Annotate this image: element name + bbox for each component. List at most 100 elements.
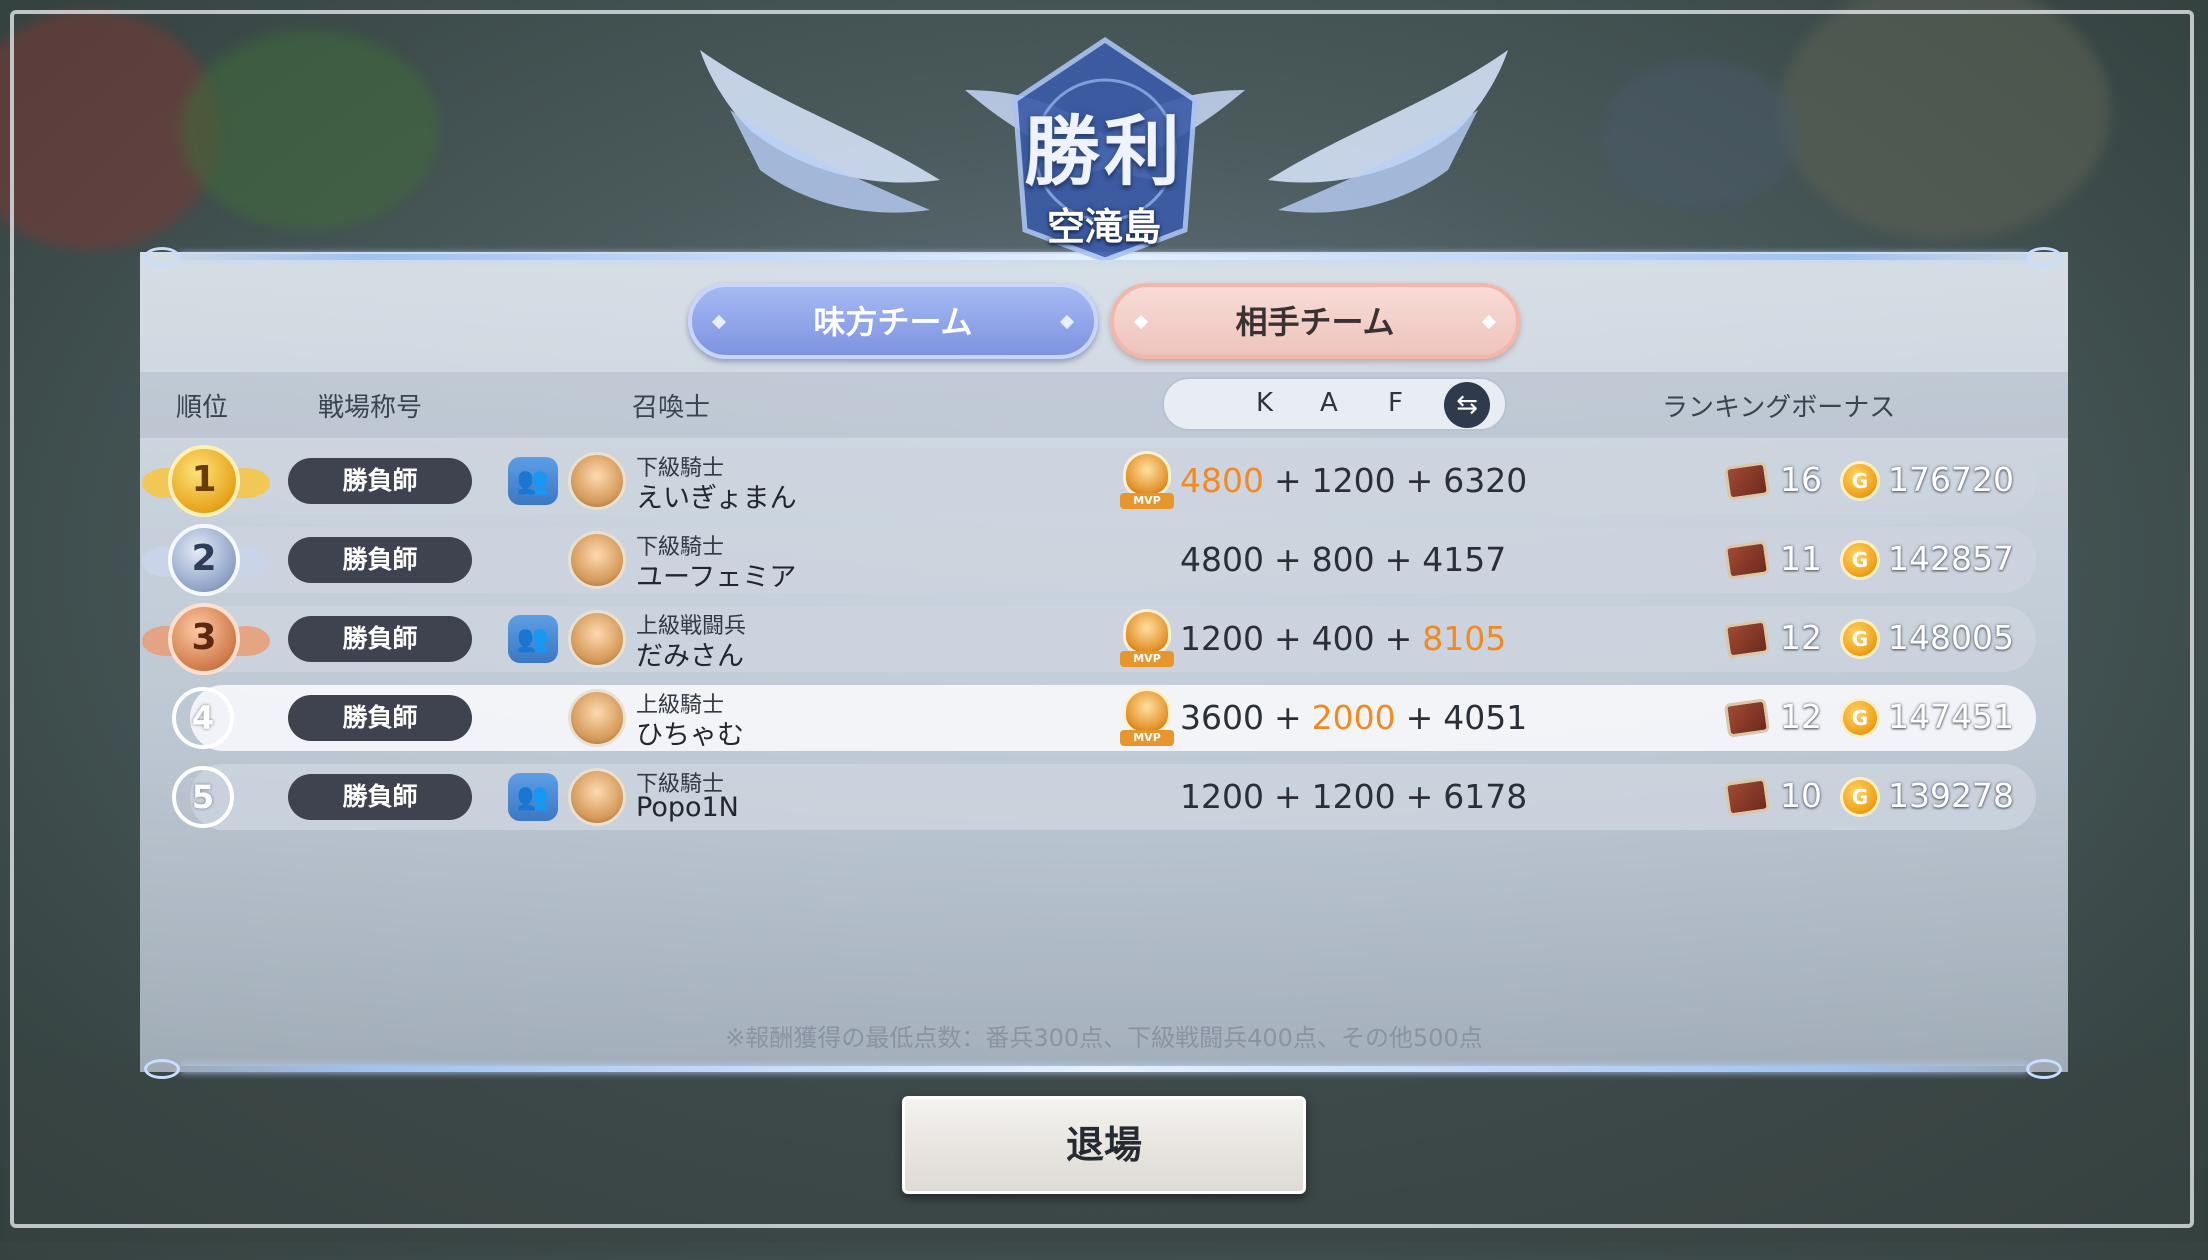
plus-sign: + — [1405, 698, 1434, 737]
rank-medal-icon: 5 — [172, 766, 234, 828]
gold-amount: 139278 — [1888, 776, 2014, 815]
divider-ornament-icon — [2026, 1059, 2062, 1079]
chest-count: 12 — [1780, 618, 1822, 657]
score-f: 6178 — [1443, 777, 1528, 816]
score-f: 4051 — [1443, 698, 1528, 737]
kaf-score: 1200 +1200 +6178 — [1180, 777, 1527, 816]
chest-box — [1723, 461, 1771, 501]
exit-button[interactable]: 退場 — [902, 1096, 1306, 1194]
plus-sign: + — [1273, 698, 1302, 737]
score-a: 2000 — [1311, 698, 1396, 737]
header-a: A — [1320, 388, 1338, 418]
avatar[interactable] — [568, 610, 626, 668]
mvp-label: MVP — [1120, 730, 1174, 746]
score-k: 1200 — [1180, 777, 1264, 816]
summoner-name[interactable]: ユーフェミア — [636, 555, 796, 594]
treasure-chest-icon — [1723, 695, 1771, 738]
summoner-name[interactable]: ひちゃむ — [636, 713, 744, 752]
battle-title-badge: 勝負師 — [288, 774, 472, 820]
summoner-name[interactable]: だみさん — [636, 634, 744, 673]
avatar[interactable] — [568, 689, 626, 747]
avatar[interactable] — [568, 452, 626, 510]
score-k: 3600 — [1180, 698, 1264, 737]
chest-count: 10 — [1780, 776, 1822, 815]
header-rank: 順位 — [176, 393, 229, 423]
treasure-chest-icon — [1723, 537, 1771, 580]
gold-coin-icon: G — [1840, 540, 1880, 580]
kaf-score: 3600 +2000 +4051 — [1180, 698, 1527, 737]
score-a: 800 — [1311, 540, 1375, 579]
gold-coin-icon: G — [1840, 698, 1880, 738]
header-f: F — [1388, 388, 1403, 418]
gold-amount: 147451 — [1888, 697, 2014, 736]
gold-amount: 148005 — [1888, 618, 2014, 657]
score-a: 400 — [1311, 619, 1375, 658]
rank-medal-icon: 1 — [168, 445, 240, 517]
avatar[interactable] — [568, 531, 626, 589]
plus-sign: + — [1273, 619, 1302, 658]
mvp-label: MVP — [1120, 493, 1174, 509]
tab-enemy-team[interactable]: 相手チーム — [1110, 283, 1520, 359]
map-name: 空滝島 — [1046, 205, 1161, 249]
tab-ally-label: 味方チーム — [813, 303, 973, 341]
tab-ally-team[interactable]: 味方チーム — [688, 283, 1098, 359]
gold-coin-icon: G — [1840, 461, 1880, 501]
treasure-chest-icon — [1723, 616, 1771, 659]
battle-title-badge: 勝負師 — [288, 616, 472, 662]
score-f: 8105 — [1422, 619, 1507, 658]
party-icon: 👥 — [508, 457, 558, 505]
mvp-crest — [1123, 451, 1171, 497]
swap-arrows-icon[interactable]: ⇆ — [1444, 382, 1490, 428]
summoner-name[interactable]: Popo1N — [636, 792, 739, 823]
chest-box — [1723, 777, 1771, 817]
left-wing-icon — [700, 50, 940, 213]
avatar[interactable] — [568, 768, 626, 826]
chest-box — [1723, 698, 1771, 738]
gold-amount: 176720 — [1888, 460, 2014, 499]
header-k: K — [1256, 388, 1274, 418]
chest-box — [1723, 619, 1771, 659]
battle-title-badge: 勝負師 — [288, 537, 472, 583]
result-title: 勝利 — [1024, 107, 1184, 196]
reward-note: ※報酬獲得の最低点数：番兵300点、下級戦闘兵400点、その他500点 — [725, 1024, 1483, 1052]
gold-amount: 142857 — [1888, 539, 2014, 578]
mvp-badge-icon: MVP — [1120, 451, 1174, 509]
battle-title-badge: 勝負師 — [288, 458, 472, 504]
score-k: 4800 — [1180, 540, 1264, 579]
chest-count: 16 — [1780, 460, 1822, 499]
gold-coin-icon: G — [1840, 777, 1880, 817]
plus-sign: + — [1273, 461, 1302, 500]
score-a: 1200 — [1311, 777, 1396, 816]
mvp-crest — [1123, 688, 1171, 734]
score-a: 1200 — [1311, 461, 1396, 500]
battle-title-badge: 勝負師 — [288, 695, 472, 741]
party-icon: 👥 — [508, 773, 558, 821]
score-k: 4800 — [1180, 461, 1264, 500]
diamond-ornament-icon — [1481, 314, 1497, 330]
plus-sign: + — [1384, 540, 1413, 579]
diamond-ornament-icon — [1133, 314, 1149, 330]
tab-enemy-label: 相手チーム — [1235, 303, 1395, 341]
header-ranking-bonus: ランキングボーナス — [1662, 393, 1896, 423]
score-f: 4157 — [1422, 540, 1507, 579]
treasure-chest-icon — [1723, 774, 1771, 817]
divider-ornament-icon — [144, 1059, 180, 1079]
score-f: 6320 — [1443, 461, 1528, 500]
score-k: 1200 — [1180, 619, 1264, 658]
chest-count: 11 — [1780, 539, 1822, 578]
plus-sign: + — [1405, 777, 1434, 816]
divider-ornament-icon — [2026, 247, 2062, 267]
kaf-score: 4800 +1200 +6320 — [1180, 461, 1527, 500]
plus-sign: + — [1405, 461, 1434, 500]
right-wing-icon — [1268, 50, 1508, 213]
summoner-name[interactable]: えいぎょまん — [636, 476, 797, 515]
mvp-badge-icon: MVP — [1120, 609, 1174, 667]
kaf-score: 1200 +400 +8105 — [1180, 619, 1506, 658]
header-summoner: 召喚士 — [632, 393, 711, 423]
diamond-ornament-icon — [1059, 314, 1075, 330]
party-icon: 👥 — [508, 615, 558, 663]
mvp-badge-icon: MVP — [1120, 688, 1174, 746]
treasure-chest-icon — [1723, 458, 1771, 501]
bottom-divider — [180, 1066, 2028, 1072]
mvp-label: MVP — [1120, 651, 1174, 667]
